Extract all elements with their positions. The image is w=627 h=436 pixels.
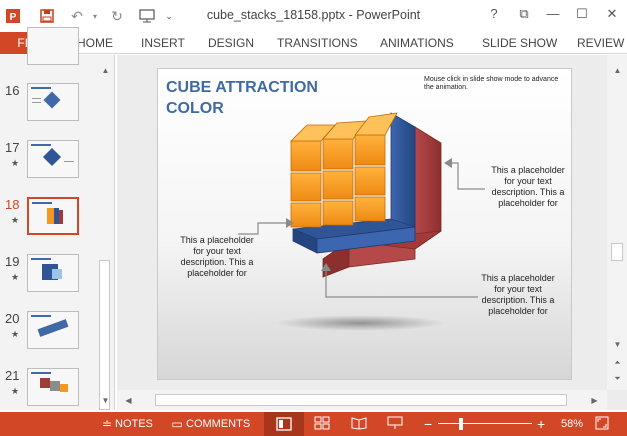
slide-number-17: 17 [5, 140, 20, 155]
slide-number-18: 18 [5, 197, 20, 212]
ribbon-display-options-button[interactable]: ⧉ [514, 6, 534, 26]
thumb-title [31, 258, 51, 260]
help-button[interactable]: ? [484, 6, 504, 26]
slide-thumbnail-17[interactable] [27, 140, 79, 178]
status-bar: ≐ NOTES ▭ COMMENTS − + 58% [0, 412, 627, 436]
close-button[interactable]: ✕ [602, 6, 622, 26]
tab-slide-show[interactable]: SLIDE SHOW [482, 32, 557, 54]
slide-number-16: 16 [5, 83, 20, 98]
reading-view-icon[interactable] [350, 416, 368, 432]
slide-number-21: 21 [5, 368, 20, 383]
scrollbar-thumb[interactable] [155, 394, 567, 406]
previous-slide-icon[interactable]: ⏶ [610, 355, 625, 370]
thumb-text [32, 98, 41, 99]
thumb-text [32, 102, 41, 103]
scroll-down-icon[interactable]: ▼ [610, 337, 625, 352]
thumb-figure [52, 269, 62, 279]
text-placeholder-right[interactable]: This a placeholder for your text descrip… [488, 165, 568, 209]
slide-sorter-icon[interactable] [313, 416, 331, 432]
thumb-title [31, 372, 51, 374]
slide-thumbnail-20[interactable] [27, 311, 79, 349]
animation-star-icon: ★ [11, 158, 20, 168]
thumb-text [64, 161, 74, 162]
comments-button[interactable]: COMMENTS [186, 412, 250, 436]
thumb-title [31, 315, 51, 317]
notes-icon[interactable]: ≐ [98, 416, 116, 432]
text-placeholder-left[interactable]: This a placeholder for your text descrip… [176, 235, 258, 279]
slide-thumbnail-19[interactable] [27, 254, 79, 292]
tab-review[interactable]: REVIEW [577, 32, 627, 54]
animation-star-icon: ★ [11, 386, 20, 396]
scrollbar-thumb[interactable] [611, 243, 623, 261]
slide-thumbnail-16[interactable] [27, 83, 79, 121]
thumb-title [31, 87, 51, 89]
ribbon-tabs: FILE HOME INSERT DESIGN TRANSITIONS ANIM… [0, 32, 627, 54]
slide-thumbnail-pane: 16 17 ★ 18 ★ 19 ★ 20 ★ 21 ★ ▲ ▼ [0, 27, 115, 410]
scroll-right-icon[interactable]: ▶ [587, 393, 602, 408]
slide-number-20: 20 [5, 311, 20, 326]
zoom-in-button[interactable]: + [537, 412, 545, 436]
tab-animations[interactable]: ANIMATIONS [380, 32, 454, 54]
next-slide-icon[interactable]: ⏷ [610, 371, 625, 386]
editor-horizontal-scrollbar[interactable]: ◀ ▶ [117, 390, 607, 410]
animation-star-icon: ★ [11, 329, 20, 339]
tab-insert[interactable]: INSERT [141, 32, 185, 54]
minimize-button[interactable]: — [543, 6, 563, 26]
tab-transitions[interactable]: TRANSITIONS [277, 32, 358, 54]
slide-number-19: 19 [5, 254, 20, 269]
slideshow-view-icon[interactable] [386, 416, 404, 432]
tab-design[interactable]: DESIGN [208, 32, 254, 54]
scrollbar-thumb[interactable] [99, 260, 110, 410]
editor-vertical-scrollbar[interactable]: ▲ ▼ ⏶ ⏷ [607, 55, 627, 390]
thumb-figure [37, 319, 69, 337]
zoom-out-button[interactable]: − [424, 412, 432, 436]
scroll-up-icon[interactable]: ▲ [98, 63, 113, 78]
scroll-up-icon[interactable]: ▲ [610, 63, 625, 78]
slide-thumbnail-21[interactable] [27, 368, 79, 406]
thumb-figure [60, 384, 68, 392]
slide-thumbnail-18-selected[interactable] [27, 197, 79, 235]
scroll-left-icon[interactable]: ◀ [121, 393, 136, 408]
tab-home[interactable]: HOME [77, 32, 113, 54]
thumb-figure [42, 147, 62, 167]
zoom-slider-thumb[interactable] [459, 418, 463, 430]
comments-icon[interactable]: ▭ [168, 416, 186, 432]
callout-connectors [238, 158, 485, 298]
thumb-figure [43, 91, 61, 109]
animation-star-icon: ★ [11, 272, 20, 282]
zoom-slider-track[interactable] [438, 423, 532, 424]
maximize-button[interactable]: ☐ [572, 6, 592, 26]
thumb-figure-red [59, 210, 63, 224]
animation-star-icon: ★ [11, 215, 20, 225]
title-bar: P ↶ ▾ ↻ ⌄ cube_stacks_18158.pptx - Power… [0, 0, 627, 32]
thumb-title [31, 144, 51, 146]
slide-thumbnail-15[interactable] [27, 27, 79, 65]
thumb-figure [40, 378, 50, 388]
slide-canvas[interactable]: CUBE ATTRACTION COLOR Mouse click in sli… [157, 68, 572, 380]
thumb-figure [50, 381, 60, 391]
fit-slide-to-window-icon[interactable] [593, 416, 611, 432]
zoom-level[interactable]: 58% [561, 412, 583, 436]
scroll-down-icon[interactable]: ▼ [98, 393, 113, 408]
text-placeholder-bottom[interactable]: This a placeholder for your text descrip… [476, 273, 560, 317]
normal-view-button[interactable] [264, 412, 304, 436]
notes-button[interactable]: NOTES [115, 412, 153, 436]
thumb-title [32, 202, 52, 204]
thumb-figure-orange [47, 208, 54, 224]
